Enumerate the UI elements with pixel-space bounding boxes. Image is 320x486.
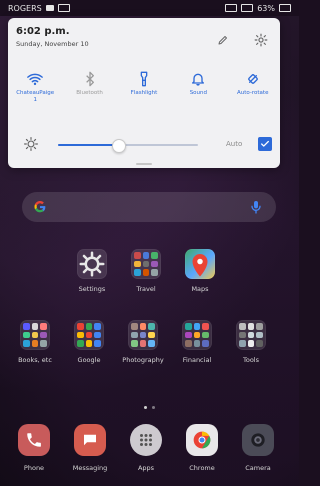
app-maps-label: Maps: [191, 285, 209, 293]
status-right: 63%: [225, 4, 291, 13]
edit-icon[interactable]: [217, 34, 229, 46]
toggle-auto-rotate-label: Auto-rotate: [237, 90, 269, 96]
dock-messaging[interactable]: Messaging: [62, 424, 118, 486]
folder-icon: [128, 320, 158, 350]
app-settings[interactable]: Settings: [67, 249, 117, 309]
app-drawer-icon: [130, 424, 162, 456]
folder-preview-grid: [239, 323, 263, 347]
toggle-wifi-label: ChateauPaige 1: [16, 90, 55, 103]
folder-books-label: Books, etc: [18, 356, 52, 364]
folder-tools-label: Tools: [242, 356, 259, 364]
alarm-icon: [241, 4, 254, 12]
app-maps[interactable]: Maps: [175, 249, 225, 309]
quick-settings-time: 6:02 p.m.: [16, 26, 70, 37]
brightness-row: Auto: [8, 130, 280, 160]
phone-icon: [18, 424, 50, 456]
quick-settings-panel: 6:02 p.m. Sunday, November 10 ChateauPai…: [8, 18, 280, 168]
google-g-icon: [34, 201, 46, 213]
folder-photography[interactable]: Photography: [118, 320, 168, 380]
flashlight-icon: [135, 70, 153, 88]
sim-icon: [45, 5, 54, 11]
dock-chrome[interactable]: Chrome: [174, 424, 230, 486]
gear-icon[interactable]: [254, 33, 268, 47]
toggle-sound-label: Sound: [189, 90, 208, 96]
folder-financial-label: Financial: [182, 356, 212, 364]
brightness-thumb[interactable]: [112, 139, 127, 153]
app-travel-label: Travel: [136, 285, 156, 293]
microphone-icon[interactable]: [248, 199, 264, 215]
status-left: ROGERS: [8, 4, 70, 13]
battery-percent: 63%: [257, 3, 275, 13]
dock-chrome-label: Chrome: [189, 464, 215, 472]
shade-drag-handle[interactable]: [136, 163, 152, 165]
folder-icon: [182, 320, 212, 350]
folder-icon: [74, 320, 104, 350]
folder-photography-label: Photography: [122, 356, 164, 364]
folder-financial[interactable]: Financial: [172, 320, 222, 380]
toggle-sound[interactable]: Sound: [171, 70, 225, 97]
folder-google-label: Google: [77, 356, 101, 364]
dock-phone-label: Phone: [23, 464, 45, 472]
camera-icon: [242, 424, 274, 456]
quick-settings-date: Sunday, November 10: [16, 40, 89, 48]
toggle-flashlight-label: Flashlight: [130, 90, 158, 96]
maps-icon: [185, 249, 215, 279]
page-indicator-dot: [144, 406, 147, 409]
page-indicator-dot: [152, 406, 155, 409]
dock-camera-label: Camera: [245, 464, 271, 472]
brightness-fill: [58, 144, 119, 146]
folder-preview-grid: [131, 323, 155, 347]
folder-preview-grid: [23, 323, 47, 347]
bell-icon: [189, 70, 207, 88]
eye-comfort-icon: [225, 4, 238, 12]
toggle-auto-rotate[interactable]: Auto-rotate: [226, 70, 280, 97]
status-bar: ROGERS 63%: [0, 0, 299, 16]
message-icon: [74, 424, 106, 456]
dock-apps[interactable]: Apps: [118, 424, 174, 486]
chrome-icon: [186, 424, 218, 456]
checkmark-icon: [261, 140, 269, 147]
dock-apps-label: Apps: [137, 464, 155, 472]
brightness-icon: [24, 137, 38, 151]
folder-icon: [131, 249, 161, 279]
folder-icon: [236, 320, 266, 350]
toggle-wifi[interactable]: ChateauPaige 1: [8, 70, 62, 104]
carrier-label: ROGERS: [8, 3, 42, 13]
app-travel[interactable]: Travel: [121, 249, 171, 309]
folder-tools[interactable]: Tools: [226, 320, 276, 380]
google-search-bar[interactable]: [22, 192, 276, 222]
app-settings-label: Settings: [78, 285, 106, 293]
folder-preview-grid: [77, 323, 101, 347]
folder-preview-grid: [185, 323, 209, 347]
folder-icon: [20, 320, 50, 350]
battery-icon: [279, 4, 291, 12]
folder-books[interactable]: Books, etc: [10, 320, 60, 380]
dock-camera[interactable]: Camera: [230, 424, 286, 486]
quick-toggles-row: ChateauPaige 1 Bluetooth Flashlight Soun…: [8, 70, 280, 116]
dock-phone[interactable]: Phone: [6, 424, 62, 486]
folder-google[interactable]: Google: [64, 320, 114, 380]
brightness-auto-checkbox[interactable]: [258, 137, 272, 151]
toggle-flashlight[interactable]: Flashlight: [117, 70, 171, 97]
signal-icon: [57, 4, 70, 12]
toggle-bluetooth-label: Bluetooth: [76, 90, 103, 96]
wifi-icon: [26, 70, 44, 88]
bluetooth-icon: [81, 70, 99, 88]
toggle-bluetooth[interactable]: Bluetooth: [63, 70, 117, 97]
folder-preview-grid: [134, 252, 158, 276]
brightness-slider[interactable]: [58, 139, 198, 153]
auto-rotate-icon: [244, 70, 262, 88]
dock-messaging-label: Messaging: [72, 464, 108, 472]
settings-icon: [77, 249, 107, 279]
brightness-auto-label: Auto: [226, 140, 243, 148]
